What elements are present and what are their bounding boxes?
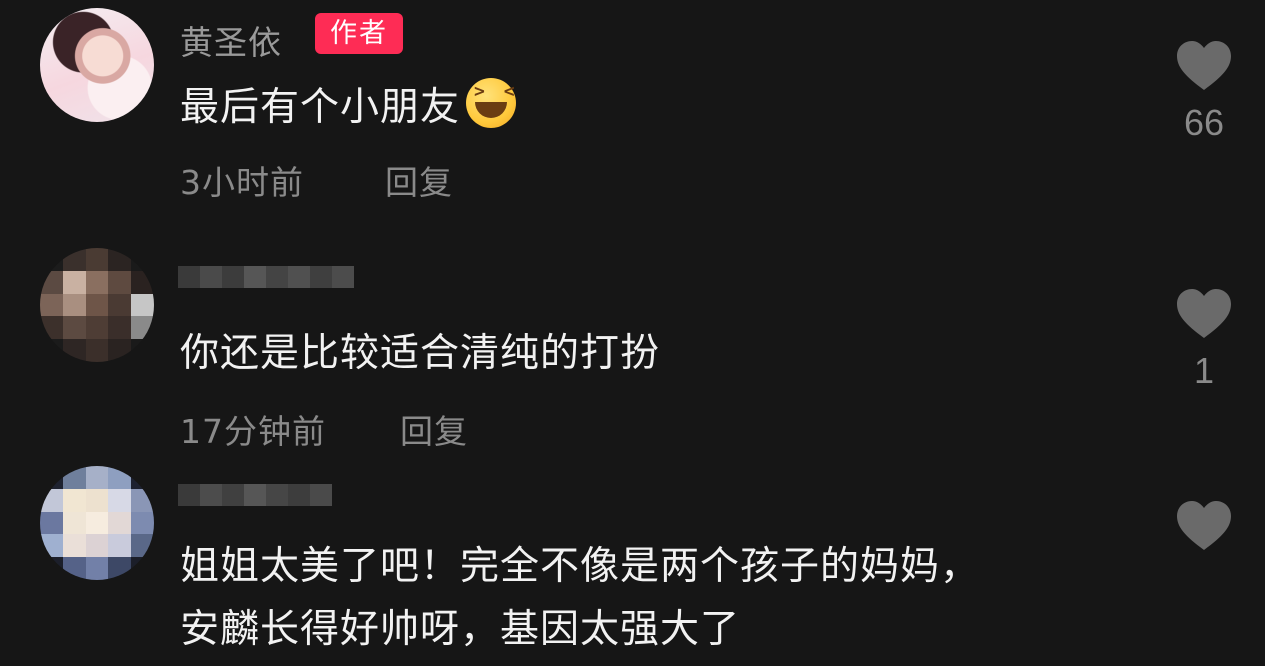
comment-username[interactable]: 黄圣依: [180, 16, 282, 64]
user-avatar-blurred[interactable]: [40, 248, 154, 362]
reply-button[interactable]: 回复: [385, 156, 453, 204]
like-button[interactable]: 66: [1170, 40, 1238, 144]
laughing-squint-emoji-icon: [466, 78, 519, 128]
comment-text-line: 姐姐太美了吧！完全不像是两个孩子的妈妈，: [180, 544, 981, 589]
comment-timestamp: 3小时前: [180, 163, 304, 202]
heart-icon: [1177, 501, 1231, 550]
comment-text: 你还是比较适合清纯的打扮: [180, 331, 661, 376]
heart-icon: [1177, 41, 1231, 90]
user-avatar-blurred[interactable]: [40, 466, 154, 580]
author-badge: 作者: [315, 13, 403, 54]
author-avatar[interactable]: [40, 8, 154, 122]
username-blurred[interactable]: [178, 266, 354, 288]
heart-icon: [1177, 289, 1231, 338]
username-blurred[interactable]: [178, 484, 332, 506]
comment-text: 最后有个小朋友: [180, 76, 519, 132]
like-button[interactable]: [1170, 500, 1238, 552]
reply-button[interactable]: 回复: [400, 405, 468, 453]
like-count: 66: [1183, 102, 1225, 143]
like-button[interactable]: 1: [1170, 288, 1238, 392]
comment-timestamp: 17分钟前: [180, 412, 326, 451]
like-count: 1: [1193, 350, 1215, 391]
comment-text-body: 最后有个小朋友: [180, 85, 461, 130]
comment-text-line: 安麟长得好帅呀，基因太强大了: [180, 607, 741, 652]
